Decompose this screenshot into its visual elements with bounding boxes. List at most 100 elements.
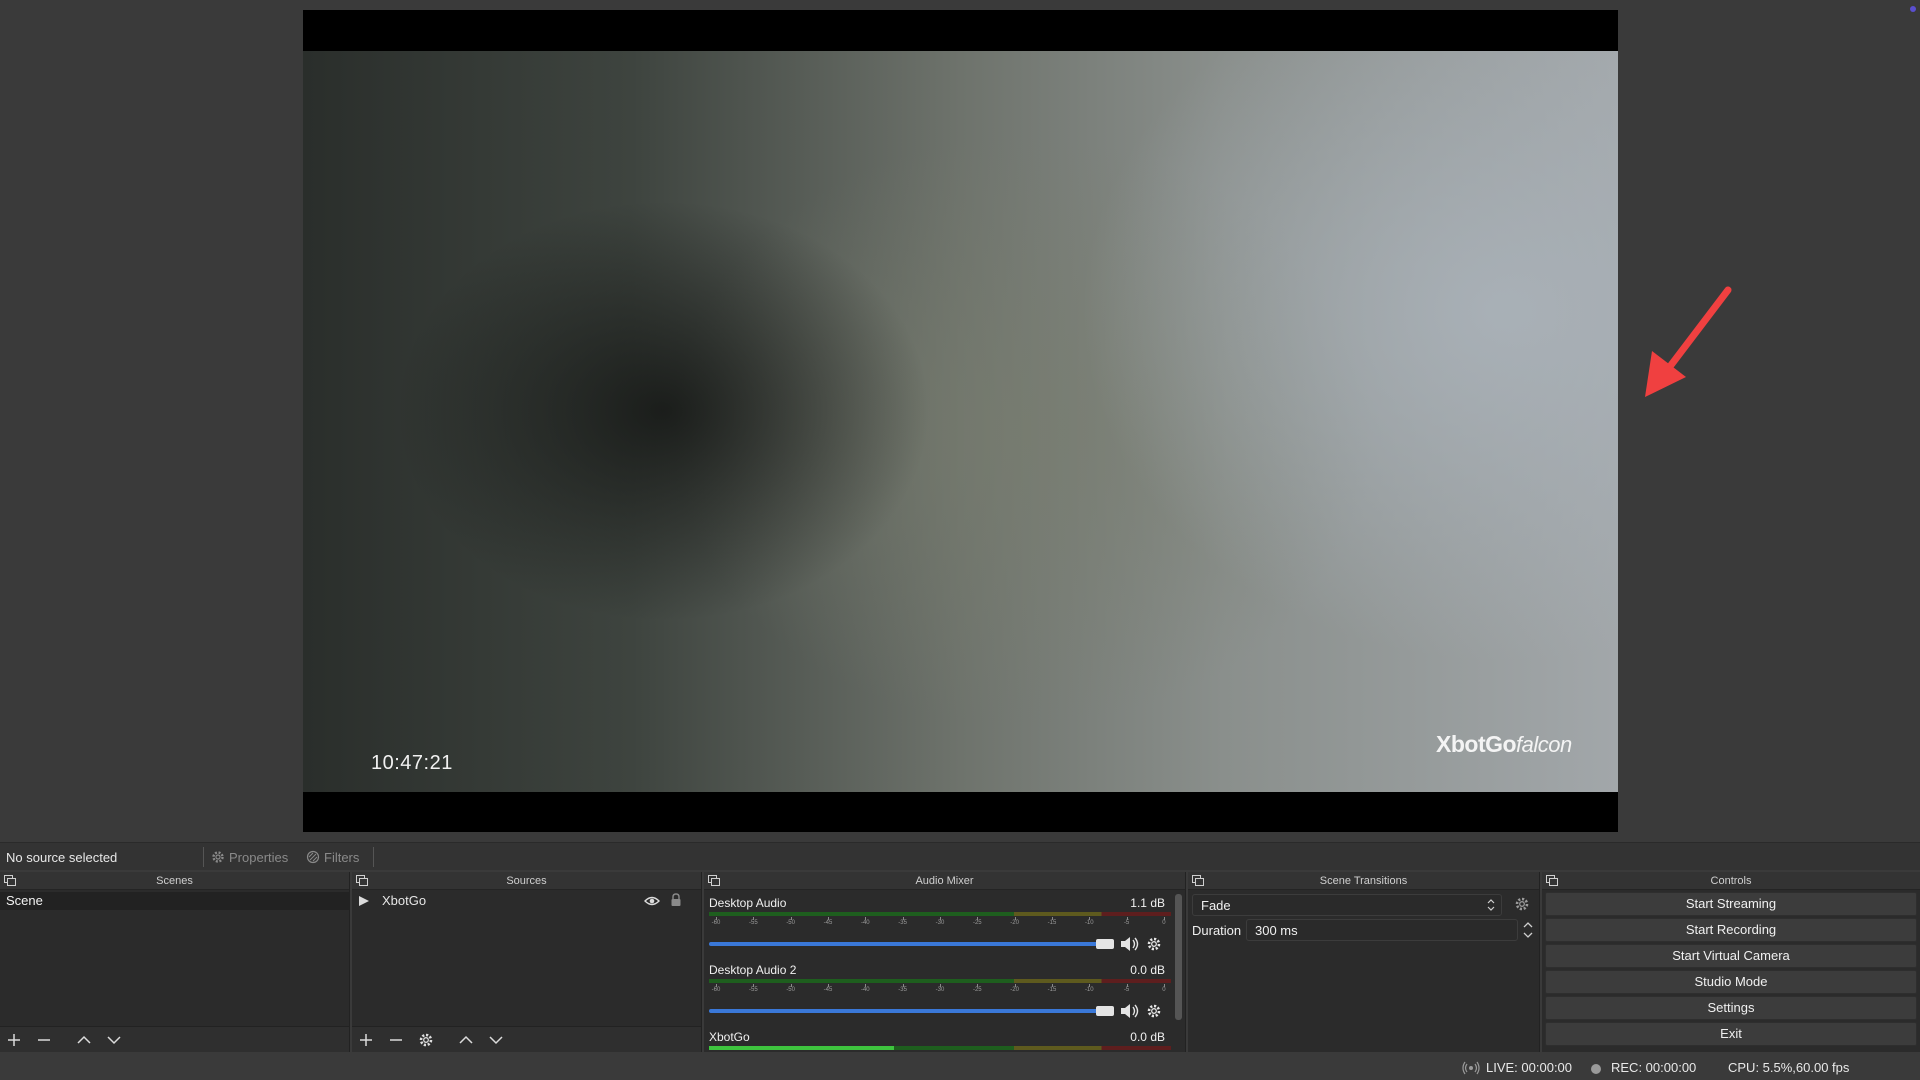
scene-transitions-title: Scene Transitions [1319, 875, 1408, 887]
mixer-scrollbar[interactable] [1175, 894, 1182, 1020]
chevron-up-icon [459, 1035, 473, 1044]
broadcast-icon [1462, 1061, 1480, 1075]
record-dot-icon [1591, 1064, 1601, 1074]
volume-meter [709, 912, 1171, 916]
plus-icon [8, 1034, 20, 1046]
rec-timer: REC: 00:00:00 [1611, 1060, 1697, 1075]
meter-scale: -60 -55 -50 -45 -40 -35 -30 -25 -20 -15 -10 -5 0 [709, 984, 1171, 999]
channel-name: Desktop Audio 2 [709, 963, 797, 977]
program-preview[interactable]: 10:47:21 XbotGofalcon [303, 10, 1618, 832]
scenes-dock: Scenes Scene [0, 872, 350, 1052]
scene-transitions-dock: Scene Transitions Fade Duration 300 ms [1188, 872, 1540, 1052]
transition-select[interactable]: Fade [1192, 894, 1502, 916]
properties-label: Properties [229, 849, 289, 865]
source-properties-button[interactable] [416, 1031, 436, 1049]
scenes-toolbar [0, 1026, 349, 1052]
scale-tick: -20 [1008, 984, 1022, 999]
duration-spinbox[interactable]: 300 ms [1246, 919, 1518, 941]
updown-chevron-icon [1487, 899, 1495, 911]
filters-button[interactable]: Filters [306, 847, 359, 867]
scale-tick: -50 [784, 917, 798, 932]
video-timestamp: 10:47:21 [371, 752, 453, 774]
scale-tick: 0 [1157, 984, 1171, 999]
start-virtual-camera-button[interactable]: Start Virtual Camera [1545, 944, 1917, 968]
spin-arrows-icon[interactable] [1522, 920, 1534, 940]
dock-header: Sources [352, 872, 701, 890]
channel-name: XbotGo [709, 1030, 750, 1044]
audio-mixer-title: Audio Mixer [915, 875, 974, 887]
properties-button[interactable]: Properties [211, 847, 288, 867]
sources-dock: Sources XbotGo [352, 872, 702, 1052]
scale-tick: -20 [1008, 917, 1022, 932]
dock-header: Scenes [0, 872, 349, 890]
move-source-up-button[interactable] [456, 1031, 476, 1049]
scale-tick: -10 [1082, 984, 1096, 999]
controls-title: Controls [1710, 875, 1752, 887]
channel-db: 1.1 dB [1130, 896, 1165, 910]
meter-scale: -60 -55 -50 -45 -40 -35 -30 -25 -20 -15 -10 -5 0 [709, 917, 1171, 932]
scene-list-item[interactable]: Scene [0, 892, 349, 910]
video-frame: 10:47:21 XbotGofalcon [303, 51, 1618, 792]
status-bar: LIVE: 00:00:00 REC: 00:00:00 CPU: 5.5%,6… [0, 1054, 1920, 1080]
add-source-button[interactable] [356, 1031, 376, 1049]
volume-slider-handle[interactable] [1096, 939, 1114, 949]
channel-db: 0.0 dB [1130, 963, 1165, 977]
dock-header: Audio Mixer [704, 872, 1185, 890]
speaker-icon[interactable] [1120, 936, 1140, 952]
duration-label: Duration [1192, 923, 1242, 938]
add-scene-button[interactable] [4, 1031, 24, 1049]
scale-tick: -40 [858, 917, 872, 932]
gear-icon[interactable] [1514, 896, 1530, 912]
speaker-icon[interactable] [1120, 1003, 1140, 1019]
selected-source-label: No source selected [6, 850, 118, 865]
studio-mode-button[interactable]: Studio Mode [1545, 970, 1917, 994]
minus-icon [38, 1039, 50, 1041]
annotation-arrow-icon [1645, 286, 1732, 397]
move-source-down-button[interactable] [486, 1031, 506, 1049]
settings-button[interactable]: Settings [1545, 996, 1917, 1020]
sources-toolbar [352, 1026, 701, 1052]
scale-tick: -15 [1045, 917, 1059, 932]
scale-tick: -60 [709, 917, 723, 932]
move-scene-down-button[interactable] [104, 1031, 124, 1049]
scale-tick: 0 [1157, 917, 1171, 932]
live-timer: LIVE: 00:00:00 [1486, 1060, 1573, 1075]
chevron-down-icon [107, 1036, 121, 1045]
scale-tick: -35 [896, 917, 910, 932]
exit-button[interactable]: Exit [1545, 1022, 1917, 1046]
volume-slider-handle[interactable] [1096, 1006, 1114, 1016]
start-recording-button[interactable]: Start Recording [1545, 918, 1917, 942]
scale-tick: -60 [709, 984, 723, 999]
scale-tick: -25 [970, 917, 984, 932]
duration-value: 300 ms [1255, 923, 1298, 938]
filter-icon [306, 850, 320, 864]
visibility-eye-icon[interactable] [644, 895, 660, 907]
remove-source-button[interactable] [386, 1031, 406, 1049]
start-streaming-button[interactable]: Start Streaming [1545, 892, 1917, 916]
transition-select-value: Fade [1201, 898, 1231, 913]
scale-tick: -55 [746, 984, 760, 999]
source-list-item[interactable]: XbotGo [352, 892, 701, 910]
preview-area: 10:47:21 XbotGofalcon [0, 0, 1920, 842]
lock-icon[interactable] [670, 893, 682, 907]
scale-tick: -25 [970, 984, 984, 999]
gear-icon[interactable] [1146, 1003, 1162, 1019]
scale-tick: -45 [821, 917, 835, 932]
scale-tick: -5 [1120, 917, 1134, 932]
volume-slider[interactable] [709, 942, 1112, 946]
scale-tick: -30 [933, 917, 947, 932]
scale-tick: -30 [933, 984, 947, 999]
divider [203, 847, 204, 867]
scale-tick: -55 [746, 917, 760, 932]
move-scene-up-button[interactable] [74, 1031, 94, 1049]
chevron-up-icon [77, 1035, 91, 1044]
remove-scene-button[interactable] [34, 1031, 54, 1049]
divider [373, 847, 374, 867]
gear-icon [419, 1033, 433, 1047]
volume-meter [709, 979, 1171, 983]
gear-icon[interactable] [1146, 936, 1162, 952]
scale-tick: -10 [1082, 917, 1096, 932]
source-context-bar: No source selected Properties Filters [0, 842, 1920, 870]
volume-meter [709, 1046, 1171, 1050]
volume-slider[interactable] [709, 1009, 1112, 1013]
